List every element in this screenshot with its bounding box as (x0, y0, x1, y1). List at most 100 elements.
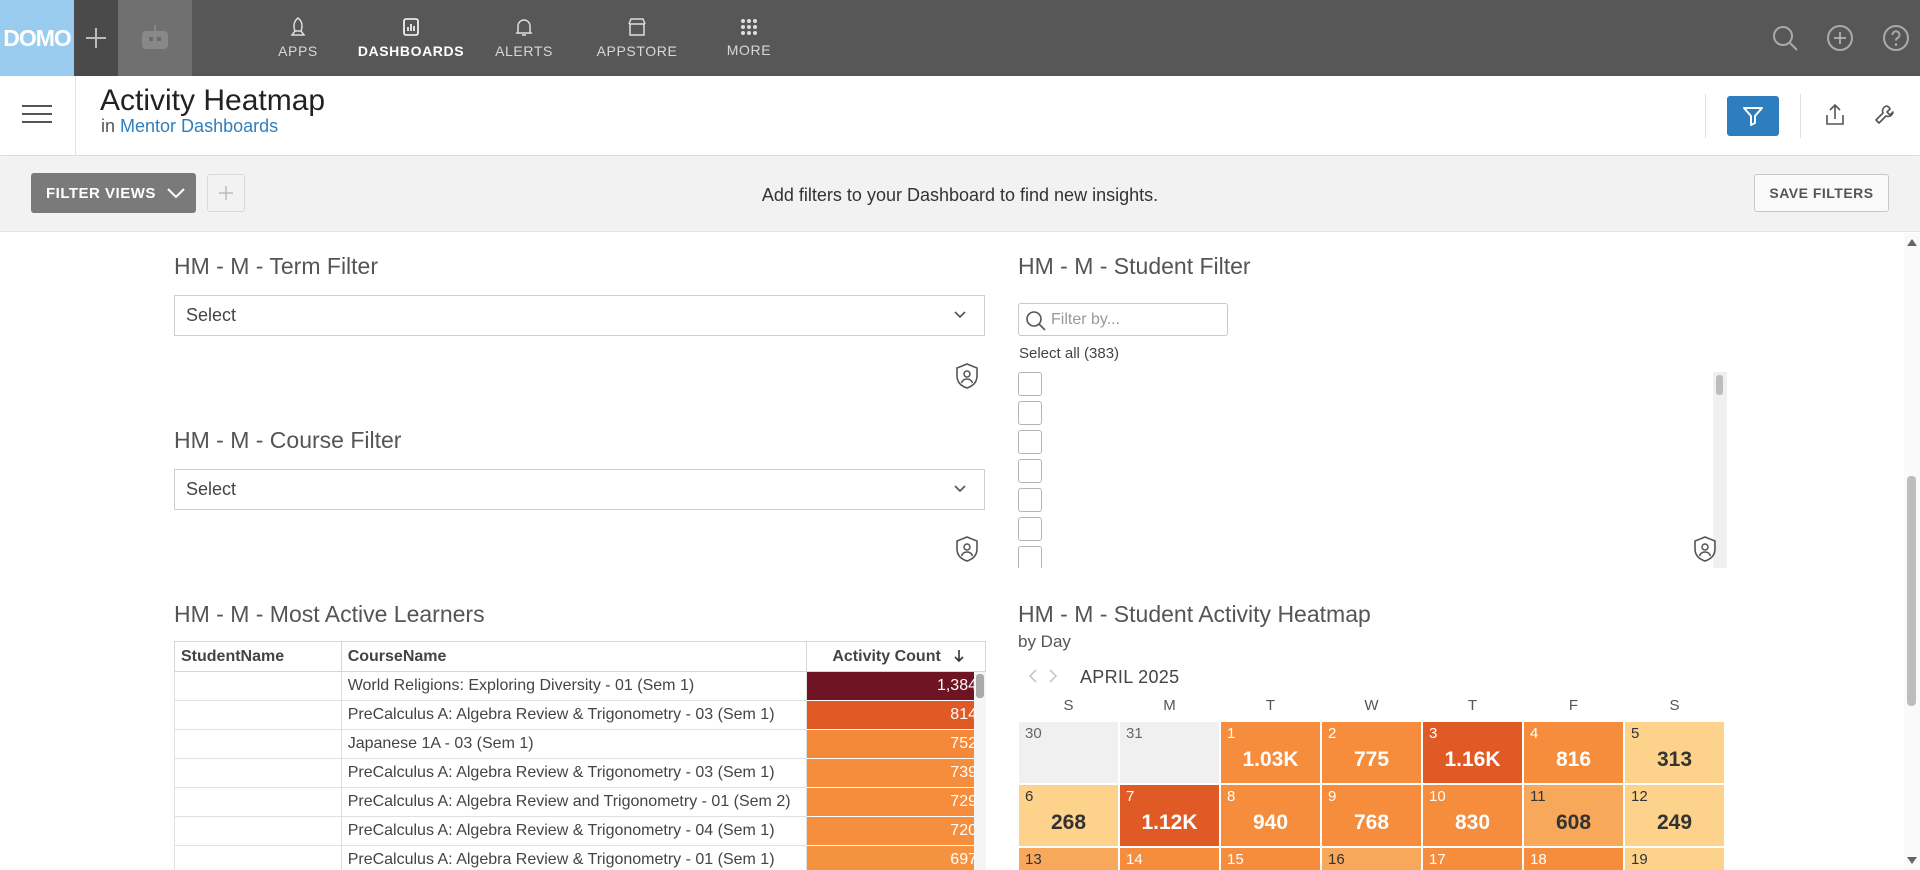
day-activity-value: 1.03K (1242, 748, 1299, 771)
help-button[interactable] (1880, 22, 1912, 54)
table-row[interactable]: PreCalculus A: Algebra Review & Trigonom… (174, 845, 987, 870)
global-search-button[interactable] (1769, 22, 1801, 54)
nav-alerts[interactable]: ALERTS (493, 0, 555, 76)
filter-views-button[interactable]: FILTER VIEWS (31, 173, 196, 213)
heatmap-day-cell[interactable]: 6 268 (1019, 785, 1118, 846)
filter-icon (1743, 107, 1763, 126)
page-scrollbar[interactable] (1904, 233, 1920, 870)
scroll-thumb[interactable] (1907, 476, 1916, 706)
nav-dashboards[interactable]: DASHBOARDS (356, 0, 466, 76)
heatmap-subtitle: by Day (1018, 632, 1071, 651)
day-number: 11 (1530, 788, 1546, 805)
heatmap-day-cell[interactable]: 7 1.12K (1120, 785, 1219, 846)
student-checkbox[interactable] (1018, 430, 1042, 454)
student-name-cell (174, 845, 342, 870)
table-row[interactable]: Japanese 1A - 03 (Sem 1) 752 (174, 729, 987, 759)
heatmap-day-cell[interactable]: 11 608 (1524, 785, 1623, 846)
save-filters-button[interactable]: SAVE FILTERS (1754, 174, 1889, 212)
student-checkbox[interactable] (1018, 459, 1042, 483)
heatmap-day-cell[interactable]: 17 (1423, 848, 1522, 870)
heatmap-day-cell[interactable]: 2 775 (1322, 722, 1421, 783)
weekday-label: T (1467, 697, 1478, 714)
heatmap-day-cell[interactable]: 4 816 (1524, 722, 1623, 783)
day-activity-value: 940 (1252, 811, 1289, 834)
column-header-course[interactable]: CourseName (340, 641, 807, 672)
heatmap-day-cell[interactable]: 19 (1625, 848, 1724, 870)
day-activity-value: 830 (1454, 811, 1491, 834)
day-number: 30 (1025, 725, 1042, 742)
heatmap-day-cell[interactable]: 15 (1221, 848, 1320, 870)
student-search-input[interactable] (1051, 308, 1221, 332)
bot-button[interactable] (118, 0, 192, 76)
scroll-down-icon[interactable] (1907, 857, 1917, 864)
select-all-link[interactable]: Select all (383) (1019, 345, 1119, 362)
course-filter-select[interactable]: Select (174, 469, 985, 510)
column-header-activity-count[interactable]: Activity Count (805, 641, 987, 672)
pfilter-shield-icon[interactable] (954, 535, 980, 563)
add-tile-button[interactable] (74, 0, 118, 76)
nav-apps[interactable]: APPS (270, 0, 326, 76)
nav-appstore-label: APPSTORE (596, 43, 678, 59)
heatmap-day-cell[interactable]: 12 249 (1625, 785, 1724, 846)
student-checkbox[interactable] (1018, 546, 1042, 568)
day-number: 18 (1530, 851, 1547, 868)
heatmap-day-cell[interactable]: 3 1.16K (1423, 722, 1522, 783)
domo-logo[interactable]: DOMO (0, 0, 74, 76)
table-row[interactable]: PreCalculus A: Algebra Review & Trigonom… (174, 816, 987, 846)
weekday-label: S (1063, 697, 1074, 714)
student-search-box[interactable] (1018, 303, 1228, 336)
month-nav (1028, 668, 1068, 689)
table-row[interactable]: PreCalculus A: Algebra Review & Trigonom… (174, 758, 987, 788)
heatmap-day-cell[interactable]: 8 940 (1221, 785, 1320, 846)
student-name-cell (174, 700, 342, 730)
day-activity-value: 816 (1555, 748, 1592, 771)
table-row[interactable]: PreCalculus A: Algebra Review & Trigonom… (174, 700, 987, 730)
settings-button[interactable] (1870, 100, 1900, 130)
day-activity-value: 313 (1656, 748, 1693, 771)
column-header-student[interactable]: StudentName (174, 641, 342, 672)
day-number: 12 (1631, 788, 1648, 805)
heatmap-day-cell[interactable]: 5 313 (1625, 722, 1724, 783)
day-number: 14 (1126, 851, 1143, 868)
heatmap-day-cell[interactable]: 16 (1322, 848, 1421, 870)
student-checkbox[interactable] (1018, 517, 1042, 541)
pfilter-shield-icon[interactable] (1692, 535, 1718, 563)
menu-button[interactable] (22, 105, 52, 127)
heatmap-day-cell[interactable]: 9 768 (1322, 785, 1421, 846)
day-activity-value: 1.16K (1444, 748, 1501, 771)
heatmap-day-cell[interactable]: 18 (1524, 848, 1623, 870)
heatmap-day-cell[interactable]: 1 1.03K (1221, 722, 1320, 783)
global-add-button[interactable] (1824, 22, 1856, 54)
page-title: Activity Heatmap (100, 84, 326, 117)
filter-button[interactable] (1727, 96, 1779, 136)
add-filter-view-button[interactable] (207, 174, 245, 212)
grid-icon (741, 19, 757, 35)
pfilter-shield-icon[interactable] (954, 362, 980, 390)
student-checkbox[interactable] (1018, 401, 1042, 425)
chevron-down-icon (167, 188, 185, 199)
heatmap-day-cell[interactable]: 13 (1019, 848, 1118, 870)
table-row[interactable]: PreCalculus A: Algebra Review and Trigon… (174, 787, 987, 817)
learners-table: StudentName CourseName Activity Count Wo… (174, 641, 987, 870)
table-scrollbar[interactable] (974, 672, 986, 870)
nav-appstore[interactable]: APPSTORE (594, 0, 680, 76)
term-filter-select[interactable]: Select (174, 295, 985, 336)
day-activity-value: 775 (1353, 748, 1390, 771)
student-checkbox[interactable] (1018, 488, 1042, 512)
table-row[interactable]: World Religions: Exploring Diversity - 0… (174, 671, 987, 701)
student-name-cell (174, 816, 342, 846)
breadcrumb-link[interactable]: Mentor Dashboards (120, 116, 278, 136)
heatmap-day-cell[interactable]: 10 830 (1423, 785, 1522, 846)
nav-more[interactable]: MORE (725, 0, 773, 76)
rocket-icon (290, 17, 306, 36)
course-name-cell: PreCalculus A: Algebra Review & Trigonom… (340, 758, 807, 788)
scroll-up-icon[interactable] (1907, 239, 1917, 246)
heatmap-day-cell[interactable]: 30 (1019, 722, 1118, 783)
weekday-label: S (1669, 697, 1680, 714)
share-icon (1826, 103, 1844, 125)
course-name-cell: PreCalculus A: Algebra Review & Trigonom… (340, 845, 807, 870)
share-button[interactable] (1820, 100, 1850, 130)
heatmap-day-cell[interactable]: 14 (1120, 848, 1219, 870)
student-checkbox[interactable] (1018, 372, 1042, 396)
heatmap-day-cell[interactable]: 31 (1120, 722, 1219, 783)
